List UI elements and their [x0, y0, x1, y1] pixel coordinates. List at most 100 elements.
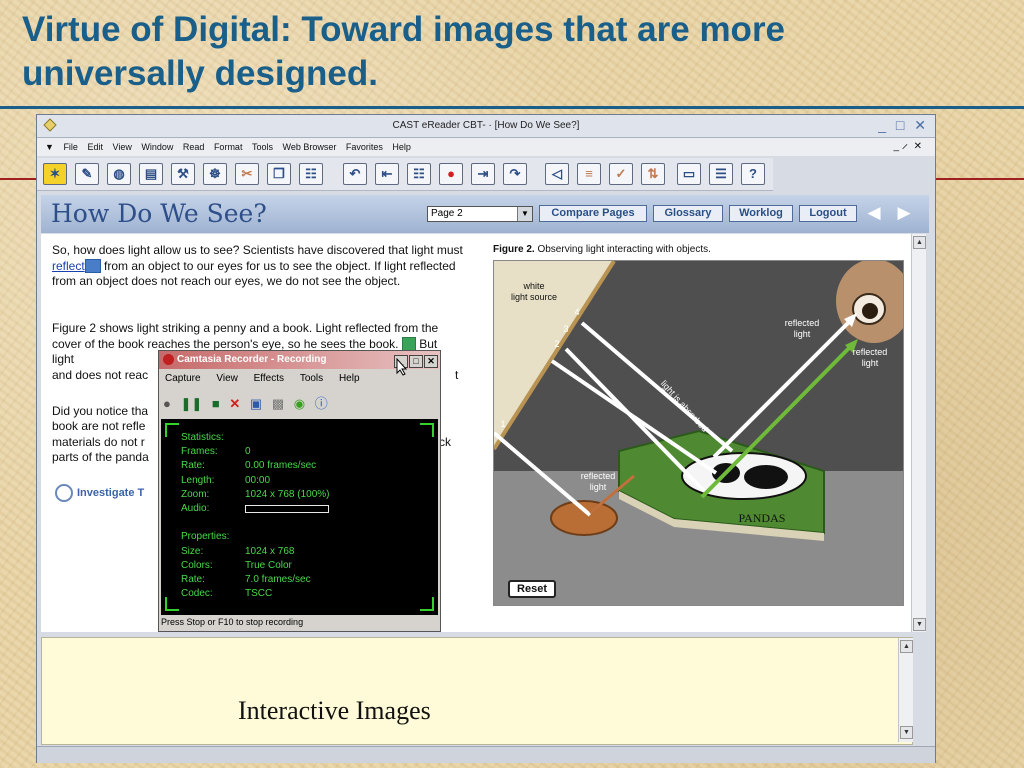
camtasia-menu-capture[interactable]: Capture [165, 373, 201, 384]
stat-value: True Color [245, 559, 292, 571]
camtasia-menu-help[interactable]: Help [339, 373, 360, 384]
stat-value: 1024 x 768 [245, 545, 295, 557]
stat-key: Audio: [181, 502, 210, 514]
globe-icon[interactable]: ◍ [107, 163, 131, 185]
red-rule-left [0, 178, 36, 180]
camtasia-recorder-window[interactable]: Camtasia Recorder - Recording _ □ ✕ Captur… [158, 350, 441, 632]
scroll-up-icon[interactable]: ▲ [913, 236, 926, 249]
reflected-light-label-2: reflected light [852, 347, 888, 368]
page-select[interactable]: Page 2 ▼ [427, 206, 533, 222]
effects-icon[interactable]: ◉ [294, 396, 305, 412]
book-icon[interactable]: ≡ [577, 163, 601, 185]
chevron-down-icon[interactable]: ▼ [517, 207, 532, 221]
menu-format[interactable]: Format [214, 142, 243, 152]
scissors-icon[interactable]: ✂ [235, 163, 259, 185]
back-arrow-icon[interactable]: ◀ [863, 203, 885, 223]
scroll-down-icon[interactable]: ▼ [913, 618, 926, 631]
tools-icon[interactable]: ☸ [203, 163, 227, 185]
menu-read[interactable]: Read [183, 142, 205, 152]
notes-icon[interactable]: ✎ [75, 163, 99, 185]
notes-scrollbar[interactable]: ▲ ▼ [898, 638, 913, 742]
stop-square-icon[interactable]: ■ [212, 396, 220, 411]
minimize-button[interactable]: _ [878, 117, 889, 133]
menu-tools[interactable]: Tools [252, 142, 273, 152]
mdi-controls[interactable]: _ ̷ ✕ [894, 141, 926, 152]
spellcheck-icon[interactable]: ✓ [609, 163, 633, 185]
camtasia-status-text: Press Stop or F10 to stop recording [161, 617, 304, 627]
copy-icon[interactable]: ❐ [267, 163, 291, 185]
light-figure-drawing [494, 261, 903, 605]
stat-value: TSCC [245, 588, 273, 600]
compare-pages-button[interactable]: Compare Pages [539, 205, 647, 222]
menu-favorites[interactable]: Favorites [346, 142, 383, 152]
notes-scroll-up-icon[interactable]: ▲ [900, 640, 913, 653]
notes-scroll-down-icon[interactable]: ▼ [900, 726, 913, 739]
ray-number-4: 4 [574, 307, 580, 317]
paragraph-3-line-3: materials do not r [52, 435, 145, 449]
camtasia-record-button-icon[interactable]: ● [163, 396, 171, 411]
skip-forward-icon[interactable]: ⇥ [471, 163, 495, 185]
speaker-icon[interactable]: ◁ [545, 163, 569, 185]
light-figure[interactable]: white light source reflected light refle… [493, 260, 904, 606]
window-titlebar[interactable]: CAST eReader CBT- · [How Do We See?] _ □… [37, 115, 935, 138]
close-button[interactable]: ✕ [914, 117, 929, 133]
logout-button[interactable]: Logout [799, 205, 857, 222]
figure-caption: Figure 2. Observing light interacting wi… [493, 244, 711, 255]
camtasia-menu-view[interactable]: View [216, 373, 238, 384]
speech-bubble-icon[interactable]: ☷ [407, 163, 431, 185]
book-title-label: PANDAS [738, 511, 786, 525]
camera-icon[interactable]: ▩ [272, 396, 284, 412]
menu-view[interactable]: View [113, 142, 132, 152]
title-rule [0, 106, 1024, 109]
camtasia-help-icon[interactable]: ⓘ [315, 393, 328, 412]
panda-patch-2 [744, 465, 788, 489]
reflected-light-label-1: reflected light [784, 318, 820, 339]
pause-icon[interactable]: ❚❚ [180, 396, 202, 412]
skip-back-icon[interactable]: ⇤ [375, 163, 399, 185]
delete-icon[interactable]: ✕ [229, 396, 240, 412]
reflected-light-label-3: reflected light [580, 471, 616, 492]
camtasia-maximize-button[interactable]: □ [409, 355, 423, 368]
open-folder-icon[interactable]: ▤ [139, 163, 163, 185]
stat-value: 7.0 frames/sec [245, 573, 311, 585]
window-controls: _ □ ✕ [878, 117, 929, 134]
menu-help[interactable]: Help [392, 142, 411, 152]
maximize-button[interactable]: □ [896, 117, 907, 133]
list-icon[interactable]: ☰ [709, 163, 733, 185]
camtasia-menu-tools[interactable]: Tools [300, 373, 323, 384]
content-scrollbar[interactable]: ▲ ▼ [911, 234, 926, 632]
paste-icon[interactable]: ☷ [299, 163, 323, 185]
sort-az-icon[interactable]: ⇅ [641, 163, 665, 185]
forward-arrow-icon[interactable]: ▶ [893, 203, 915, 223]
menu-file[interactable]: File [63, 142, 78, 152]
reflect-link[interactable]: reflect [52, 259, 85, 273]
region-icon[interactable]: ▣ [250, 396, 262, 412]
glossary-popup-icon[interactable] [84, 259, 101, 274]
menu-window[interactable]: Window [141, 142, 173, 152]
notes-pane[interactable]: Interactive Images ▲ ▼ [41, 637, 913, 745]
paragraph-3-line-1: Did you notice tha [52, 404, 149, 418]
investigate-button[interactable]: Investigate T [55, 484, 144, 502]
stat-key: Colors: [181, 559, 213, 571]
help-icon[interactable]: ? [741, 163, 765, 185]
figure-caption-text: Observing light interacting with objects… [534, 244, 711, 255]
camtasia-menu-bar: Capture View Effects Tools Help [165, 373, 373, 384]
camtasia-close-button[interactable]: ✕ [424, 355, 438, 368]
menu-web-browser[interactable]: Web Browser [283, 142, 337, 152]
undo-icon[interactable]: ↶ [343, 163, 367, 185]
stop-icon[interactable]: ● [439, 163, 463, 185]
worklog-button[interactable]: Worklog [729, 205, 793, 222]
menu-edit[interactable]: Edit [87, 142, 103, 152]
page-select-value: Page 2 [431, 208, 463, 219]
menu-arrow-icon[interactable]: ▼ [45, 142, 54, 152]
card-icon[interactable]: ▭ [677, 163, 701, 185]
redo-icon[interactable]: ↷ [503, 163, 527, 185]
home-icon[interactable]: ✶ [43, 163, 67, 185]
interactive-images-caption: Interactive Images [238, 696, 431, 725]
reset-button[interactable]: Reset [508, 580, 556, 598]
audio-level-bar [245, 502, 329, 518]
glossary-button[interactable]: Glossary [653, 205, 723, 222]
paragraph-3-line-2: book are not refle [52, 419, 146, 433]
camtasia-menu-effects[interactable]: Effects [254, 373, 284, 384]
cabinet-icon[interactable]: ⚒ [171, 163, 195, 185]
